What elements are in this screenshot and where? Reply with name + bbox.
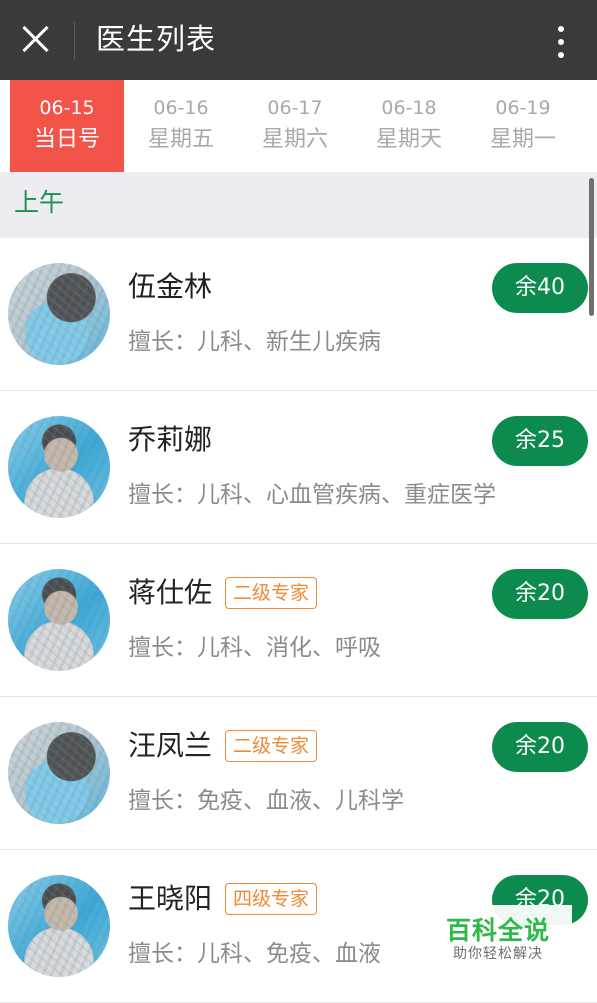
vertical-scrollbar[interactable] [589,178,594,316]
doctor-avatar-icon [8,722,110,824]
page-title: 医生列表 [96,22,217,56]
more-dot-middle [558,39,564,45]
available-slots-button[interactable]: 余40 [492,263,588,313]
date-tab-0617[interactable]: 06-17 星期六 [238,80,352,172]
date-tab-0615[interactable]: 06-15 当日号 [10,80,124,172]
doctor-title-badge: 二级专家 [225,730,318,762]
date-tab-day: 星期天 [375,127,442,152]
date-tab-date: 06-19 [495,97,551,119]
date-tab-date: 06-17 [267,97,323,119]
doctor-title-badge: 二级专家 [225,577,318,609]
date-tab-date: 06-15 [39,97,95,119]
doctor-row-4[interactable]: 汪凤兰 二级专家 擅长：免疫、血液、儿科学 余20 [0,697,597,850]
doctor-title-badge: 四级专家 [225,883,318,915]
doctor-avatar-icon [8,263,110,365]
more-vertical-icon[interactable] [547,22,575,62]
doctor-list: 伍金林 擅长：儿科、新生儿疾病 余40 乔莉娜 擅长：儿科、心血管疾病、重症医学… [0,238,597,1003]
date-tab-0619[interactable]: 06-19 星期一 [466,80,580,172]
date-tab-0616[interactable]: 06-16 星期五 [124,80,238,172]
doctor-specialty: 擅长：儿科、免疫、血液 [128,941,381,967]
date-tabs: 06-15 当日号 06-16 星期五 06-17 星期六 06-18 星期天 … [0,80,597,172]
date-tab-date: 06-18 [381,97,437,119]
watermark-subtitle: 助你轻松解决 [453,946,543,962]
more-dot-bottom [558,52,564,58]
doctor-name: 汪凤兰 [128,729,213,762]
date-tab-day: 当日号 [33,127,100,152]
header-divider [74,22,75,60]
date-tab-date: 06-16 [153,97,209,119]
doctor-row-1[interactable]: 伍金林 擅长：儿科、新生儿疾病 余40 [0,238,597,391]
watermark-logo: 百科全说 助你轻松解决 [424,905,572,973]
doctor-row-2[interactable]: 乔莉娜 擅长：儿科、心血管疾病、重症医学 余25 [0,391,597,544]
available-slots-button[interactable]: 余25 [492,416,588,466]
top-navigation-bar: 医生列表 [0,0,597,80]
section-label: 上午 [14,188,65,217]
date-tab-day: 星期五 [147,127,214,152]
morning-section-header: 上午 [0,172,597,238]
close-icon[interactable] [18,22,52,56]
available-slots-button[interactable]: 余20 [492,569,588,619]
date-tab-0618[interactable]: 06-18 星期天 [352,80,466,172]
doctor-name: 王晓阳 [128,882,213,915]
doctor-name: 蒋仕佐 [128,576,213,609]
doctor-avatar-icon [8,416,110,518]
available-slots-button[interactable]: 余20 [492,722,588,772]
more-dot-top [558,26,564,32]
doctor-specialty: 擅长：免疫、血液、儿科学 [128,788,404,814]
date-tab-day: 星期一 [489,127,556,152]
doctor-specialty: 擅长：儿科、心血管疾病、重症医学 [128,482,496,508]
watermark-title: 百科全说 [445,916,550,945]
doctor-row-3[interactable]: 蒋仕佐 二级专家 擅长：儿科、消化、呼吸 余20 [0,544,597,697]
doctor-name: 乔莉娜 [128,423,213,456]
doctor-specialty: 擅长：儿科、新生儿疾病 [128,329,381,355]
date-tab-day: 星期六 [261,127,328,152]
doctor-avatar-icon [8,569,110,671]
doctor-name: 伍金林 [128,270,213,303]
doctor-avatar-icon [8,875,110,977]
doctor-specialty: 擅长：儿科、消化、呼吸 [128,635,381,661]
